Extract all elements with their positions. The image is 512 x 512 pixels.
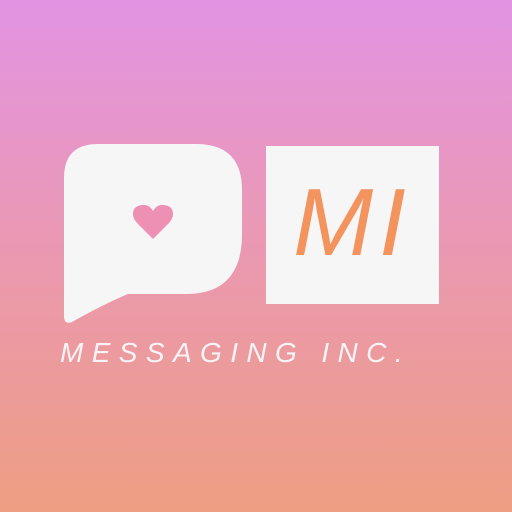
logo-canvas: MI MESSAGING INC.: [0, 0, 512, 512]
monogram-box: MI: [266, 146, 439, 304]
heart-icon: [133, 203, 173, 241]
company-tagline: MESSAGING INC.: [60, 337, 411, 368]
monogram-text: MI: [293, 169, 412, 276]
